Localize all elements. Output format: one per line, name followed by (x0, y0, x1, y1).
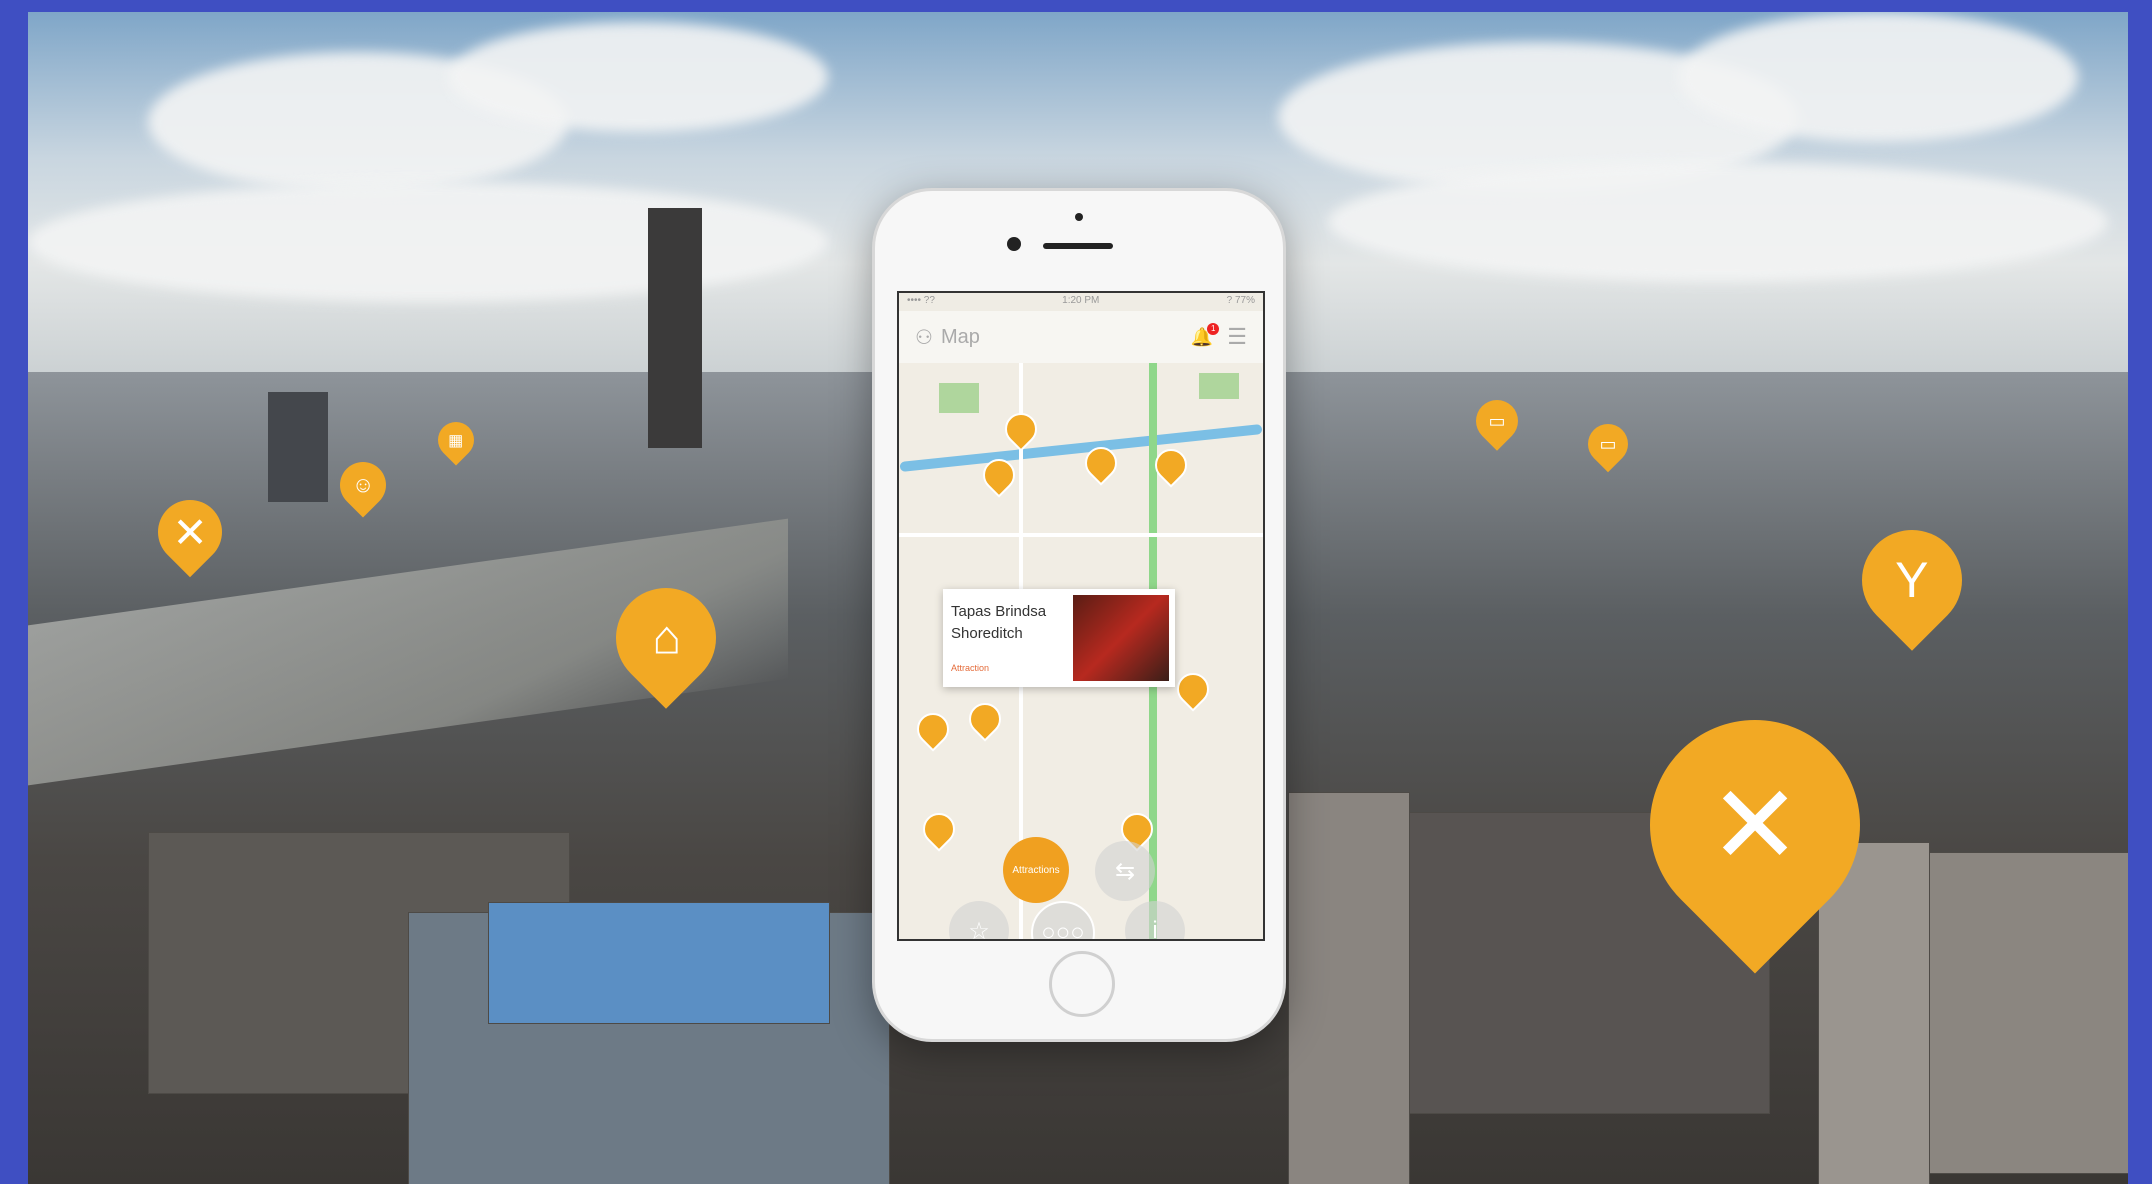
building (268, 392, 328, 502)
map-pin[interactable] (962, 696, 1008, 742)
status-bar: •••• ?? 1:20 PM ? 77% (899, 293, 1263, 311)
map-pin[interactable] (1170, 666, 1216, 712)
map-view[interactable]: Tapas Brindsa Shoreditch Attraction Attr… (899, 363, 1263, 939)
solar-roof (488, 902, 830, 1024)
cutlery-icon: ✕ (172, 508, 208, 556)
popup-title: Tapas Brindsa Shoreditch (951, 603, 1047, 642)
popup-category: Attraction (951, 663, 990, 673)
street (899, 533, 1263, 537)
map-pin[interactable] (916, 806, 962, 852)
filter-icon[interactable]: ⇆ (1095, 841, 1155, 901)
cloud (448, 22, 828, 132)
attractions-button[interactable]: Attractions (1003, 837, 1069, 903)
star-icon[interactable]: ☆ (949, 901, 1009, 939)
home-button[interactable] (1049, 951, 1115, 1017)
earpiece-speaker (1043, 243, 1113, 249)
proximity-sensor (1075, 213, 1083, 221)
phone-mockup: •••• ?? 1:20 PM ? 77% ⚇ Map 🔔 1 ☰ Tapas … (872, 188, 1286, 1042)
info-icon[interactable]: i (1125, 901, 1185, 939)
river (899, 424, 1263, 472)
notification-badge: 1 (1207, 322, 1220, 335)
app-navbar: ⚇ Map 🔔 1 ☰ (899, 311, 1263, 363)
hamburger-icon[interactable]: ☰ (1227, 324, 1247, 350)
park-area (1199, 373, 1239, 399)
smile-icon: ☺ (351, 472, 375, 497)
bed-icon: ▭ (1599, 433, 1617, 454)
popup-photo (1073, 595, 1169, 681)
calendar-icon: ▦ (448, 432, 464, 449)
status-time: 1:20 PM (1062, 295, 1100, 306)
park-area (939, 383, 979, 413)
phone-screen: •••• ?? 1:20 PM ? 77% ⚇ Map 🔔 1 ☰ Tapas … (897, 291, 1265, 941)
cloud (28, 182, 828, 302)
bell-icon[interactable]: 🔔 1 (1191, 322, 1220, 348)
map-pin[interactable] (910, 706, 956, 752)
bed-icon: ▭ (1488, 410, 1506, 431)
map-pin[interactable] (998, 406, 1044, 452)
skyscraper (648, 208, 702, 448)
cathedral-tower (1288, 792, 1410, 1184)
user-icon[interactable]: ⚇ (915, 325, 933, 350)
carrier-signal: •••• ?? (907, 295, 935, 306)
cocktail-icon: Y (1895, 552, 1929, 609)
more-icon[interactable]: ○○○ (1031, 901, 1095, 939)
cutlery-icon: ✕ (1708, 764, 1802, 888)
page-title: Map (940, 325, 980, 348)
place-popup[interactable]: Tapas Brindsa Shoreditch Attraction (943, 589, 1175, 687)
cloud (1678, 12, 2078, 142)
front-camera (1007, 237, 1021, 251)
battery-indicator: ? 77% (1226, 295, 1255, 306)
cloud (1328, 162, 2108, 282)
museum-icon: ⌂ (651, 611, 681, 665)
